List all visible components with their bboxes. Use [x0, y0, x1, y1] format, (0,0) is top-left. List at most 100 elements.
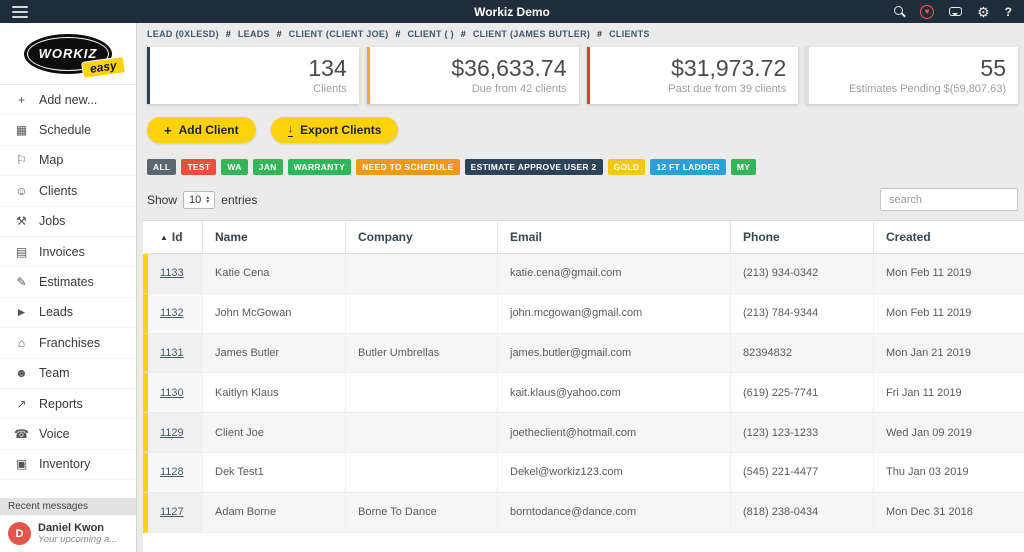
- sidebar-item[interactable]: ⚒ Jobs: [0, 207, 136, 237]
- client-id-link[interactable]: 1127: [160, 506, 184, 518]
- recent-message-item[interactable]: D Daniel Kwon Your upcoming a...: [0, 515, 136, 552]
- inventory-icon: ▣: [14, 457, 29, 471]
- export-clients-button[interactable]: ↓ Export Clients: [271, 117, 399, 143]
- breadcrumb-item[interactable]: CLIENT ( ): [407, 29, 454, 39]
- stat-card: 134 Clients: [147, 47, 359, 104]
- page-size-select[interactable]: 10 ▴▾: [183, 191, 215, 209]
- stat-value: $36,633.74: [382, 54, 567, 83]
- stat-label: Clients: [162, 83, 347, 95]
- table-row: 1133 Katie Cena katie.cena@gmail.com (21…: [143, 254, 1024, 294]
- sidebar-item-label: Voice: [39, 427, 70, 441]
- client-phone-cell: (818) 238-0434: [731, 493, 874, 532]
- filter-tag[interactable]: WA: [221, 159, 247, 175]
- sidebar-item[interactable]: ▣ Inventory: [0, 450, 136, 480]
- breadcrumb-item[interactable]: CLIENT (CLIENT JOE): [289, 29, 389, 39]
- filter-tag[interactable]: 12 FT LADDER: [650, 159, 726, 175]
- breadcrumb-separator: #: [277, 29, 282, 39]
- client-id-link[interactable]: 1131: [160, 347, 184, 359]
- sidebar-item[interactable]: ▤ Invoices: [0, 237, 136, 267]
- column-header-id[interactable]: ▲ Id: [148, 221, 203, 253]
- client-company-cell: [346, 254, 498, 293]
- sidebar-item[interactable]: + Add new...: [0, 85, 136, 115]
- table-row: 1128 Dek Test1 Dekel@workiz123.com (545)…: [143, 453, 1024, 493]
- sidebar-item[interactable]: ☻ Team: [0, 359, 136, 389]
- sidebar-item[interactable]: ▦ Schedule: [0, 115, 136, 145]
- sidebar-item[interactable]: ↗ Reports: [0, 389, 136, 419]
- table-header: ▲ Id Name Company Email Phone Created: [143, 221, 1024, 254]
- avatar: D: [8, 522, 31, 545]
- client-name-cell: Kaitlyn Klaus: [203, 373, 346, 412]
- filter-tag[interactable]: MY: [731, 159, 756, 175]
- sidebar-item-label: Schedule: [39, 123, 91, 137]
- stat-value: $31,973.72: [602, 54, 787, 83]
- sidebar-item[interactable]: ☎ Voice: [0, 419, 136, 449]
- client-email-cell: james.butler@gmail.com: [498, 334, 731, 373]
- sidebar-item[interactable]: ► Leads: [0, 298, 136, 328]
- add-client-label: Add Client: [179, 123, 239, 137]
- sidebar-item-label: Inventory: [39, 457, 90, 471]
- main-content: LEAD (0XLESD) # LEADS # CLIENT (CLIENT J…: [137, 23, 1024, 552]
- column-header-company[interactable]: Company: [346, 221, 498, 253]
- menu-icon[interactable]: [12, 6, 28, 18]
- sidebar-item[interactable]: ⌂ Franchises: [0, 328, 136, 358]
- chat-icon[interactable]: [949, 7, 962, 16]
- table-row: 1129 Client Joe joetheclient@hotmail.com…: [143, 413, 1024, 453]
- help-icon[interactable]: ?: [1005, 5, 1012, 19]
- sidebar-item[interactable]: ☺ Clients: [0, 176, 136, 206]
- stat-card: $36,633.74 Due from 42 clients: [367, 47, 579, 104]
- filter-tag[interactable]: ALL: [147, 159, 176, 175]
- client-company-cell: [346, 294, 498, 333]
- filter-tag[interactable]: TEST: [181, 159, 216, 175]
- breadcrumb-separator: #: [597, 29, 602, 39]
- client-name-cell: John McGowan: [203, 294, 346, 333]
- sidebar-item[interactable]: ✎ Estimates: [0, 267, 136, 297]
- column-header-name[interactable]: Name: [203, 221, 346, 253]
- sidebar-item[interactable]: ⚐ Map: [0, 146, 136, 176]
- client-id-cell: 1131: [148, 334, 203, 373]
- reports-icon: ↗: [14, 397, 29, 411]
- breadcrumb-separator: #: [226, 29, 231, 39]
- settings-gear-icon[interactable]: ⚙: [977, 5, 990, 19]
- client-id-link[interactable]: 1132: [160, 307, 184, 319]
- filter-tag[interactable]: WARRANTY: [288, 159, 352, 175]
- client-email-cell: katie.cena@gmail.com: [498, 254, 731, 293]
- recent-messages-header: Recent messages: [0, 498, 136, 515]
- column-header-email[interactable]: Email: [498, 221, 731, 253]
- client-name-cell: Adam Borne: [203, 493, 346, 532]
- add-client-button[interactable]: + Add Client: [147, 117, 256, 143]
- sidebar-menu: + Add new... ▦ Schedule ⚐ Map ☺ Clients …: [0, 85, 136, 498]
- client-id-link[interactable]: 1133: [160, 267, 184, 279]
- sidebar-item-label: Map: [39, 153, 63, 167]
- breadcrumb-item[interactable]: CLIENT (JAMES BUTLER): [473, 29, 590, 39]
- filter-tag[interactable]: ESTIMATE APPROVE USER 2: [465, 159, 603, 175]
- client-id-link[interactable]: 1128: [160, 466, 184, 478]
- client-created-cell: Mon Dec 31 2018: [874, 493, 1024, 532]
- client-id-link[interactable]: 1129: [160, 427, 184, 439]
- client-id-link[interactable]: 1130: [160, 387, 184, 399]
- search-icon[interactable]: [894, 6, 905, 17]
- column-header-phone[interactable]: Phone: [731, 221, 874, 253]
- client-company-cell: [346, 373, 498, 412]
- table-row: 1132 John McGowan john.mcgowan@gmail.com…: [143, 294, 1024, 334]
- notifications-heart-icon[interactable]: ♥: [920, 5, 934, 19]
- breadcrumb-item[interactable]: CLIENTS: [609, 29, 650, 39]
- breadcrumb: LEAD (0XLESD) # LEADS # CLIENT (CLIENT J…: [137, 23, 1024, 43]
- client-id-cell: 1127: [148, 493, 203, 532]
- filter-tag[interactable]: JAN: [253, 159, 283, 175]
- client-name-cell: James Butler: [203, 334, 346, 373]
- client-id-cell: 1128: [148, 453, 203, 492]
- map-icon: ⚐: [14, 153, 29, 167]
- filter-tag[interactable]: NEED TO SCHEDULE: [356, 159, 460, 175]
- breadcrumb-item[interactable]: LEAD (0XLESD): [147, 29, 219, 39]
- column-header-created[interactable]: Created: [874, 221, 1024, 253]
- breadcrumb-item[interactable]: LEADS: [238, 29, 270, 39]
- search-input[interactable]: [880, 188, 1018, 211]
- sidebar-item-label: Franchises: [39, 336, 100, 350]
- sidebar-item-label: Leads: [39, 305, 73, 319]
- breadcrumb-group: CLIENTS: [609, 29, 658, 39]
- message-preview: Your upcoming a...: [38, 534, 117, 545]
- table-row: 1131 James Butler Butler Umbrellas james…: [143, 334, 1024, 374]
- workiz-logo[interactable]: WORKIZ easy: [0, 23, 136, 85]
- sidebar-item-label: Add new...: [39, 93, 97, 107]
- filter-tag[interactable]: GOLD: [608, 159, 646, 175]
